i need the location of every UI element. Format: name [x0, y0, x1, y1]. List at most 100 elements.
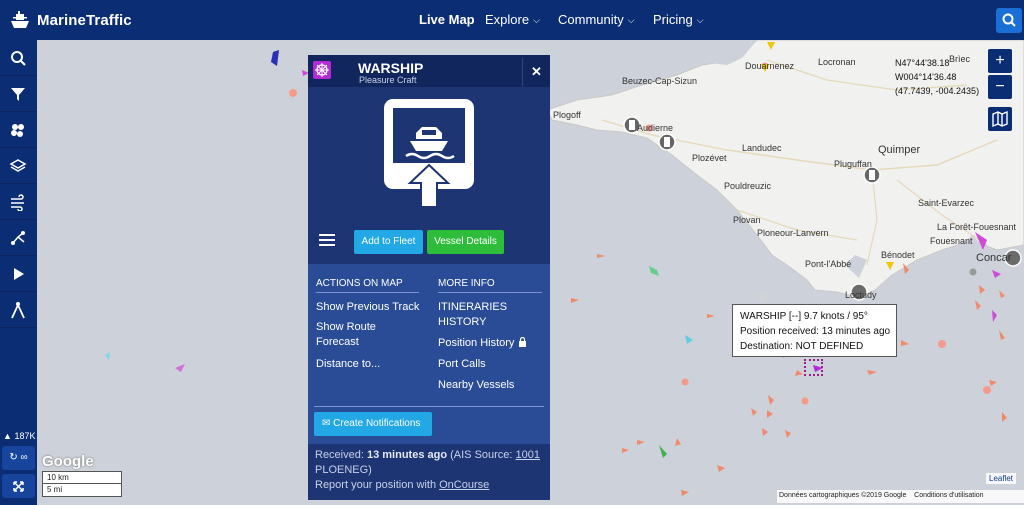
- play-icon: [14, 268, 24, 280]
- close-panel-button[interactable]: ✕: [522, 58, 550, 86]
- ship-count-icon: ▲: [3, 431, 12, 441]
- place-label: Plozévet: [692, 153, 727, 163]
- place-label: Loctudy: [845, 290, 877, 300]
- divider: [316, 292, 419, 293]
- vessel-details-button[interactable]: Vessel Details: [427, 230, 504, 254]
- filter-icon: [11, 88, 25, 101]
- nav-pricing[interactable]: Pricing ⌵: [653, 12, 704, 27]
- nav-community[interactable]: Community ⌵: [558, 12, 635, 27]
- fullscreen-button[interactable]: [2, 474, 35, 498]
- place-label: Beuzec-Cap-Sizun: [622, 76, 698, 86]
- leaflet-link[interactable]: Leaflet: [986, 473, 1017, 484]
- vessel-type-flag-icon: [313, 61, 331, 79]
- measure-tool-button[interactable]: [0, 292, 37, 328]
- map-icon: [992, 110, 1008, 128]
- layers-tool-button[interactable]: [0, 148, 37, 184]
- infinite-scroll-toggle[interactable]: ↻ ∞: [2, 446, 35, 470]
- place-label: Saint-Evarzec: [918, 198, 975, 208]
- place-label: Audierne: [637, 123, 674, 133]
- place-label: Plogoff: [553, 110, 581, 120]
- nav-live-map-label: Live Map: [419, 12, 475, 27]
- weather-tool-button[interactable]: [0, 184, 37, 220]
- playback-tool-button[interactable]: [0, 256, 37, 292]
- search-icon: [11, 51, 26, 66]
- stack-layers-icon: [9, 159, 27, 172]
- chevron-down-icon: ⌵: [696, 15, 704, 25]
- refresh-icon: ↻: [9, 452, 18, 463]
- place-label: Pont-l'Abbé: [805, 259, 852, 269]
- lock-icon: [519, 337, 527, 347]
- place-label: Fouesnant: [930, 236, 973, 246]
- vessel-count-label: 187K: [14, 431, 36, 441]
- chevron-down-icon: ⌵: [533, 15, 540, 25]
- attribution-text: Données cartographiques ©2019 Google: [779, 492, 907, 499]
- create-notifications-button[interactable]: ✉ Create Notifications: [314, 412, 432, 436]
- ais-source-link[interactable]: 1001: [516, 449, 540, 461]
- scale-mi: 5 mi: [47, 485, 63, 494]
- place-label: Quimper: [878, 144, 921, 156]
- menu-icon: [319, 234, 335, 246]
- position-history-label: Position History: [438, 337, 515, 349]
- nav-explore[interactable]: Explore ⌵: [485, 12, 540, 27]
- map-tools-sidebar: ▲ 187K ↻ ∞: [0, 40, 37, 505]
- ais-source-name: PLOENEG): [315, 464, 372, 476]
- close-icon: ✕: [531, 64, 542, 79]
- search-tool-button[interactable]: [0, 40, 37, 76]
- received-time: 13 minutes ago: [366, 449, 448, 461]
- vessel-count-indicator: ▲ 187K: [3, 431, 35, 441]
- show-previous-track-link[interactable]: Show Previous Track: [316, 300, 419, 315]
- route-tool-button[interactable]: [0, 220, 37, 256]
- place-label: Bénodet: [881, 250, 915, 260]
- place-label: Pouldreuzic: [724, 181, 772, 191]
- ais-source-label: (AIS Source:: [450, 449, 513, 461]
- infinity-label: ∞: [20, 452, 28, 463]
- fullscreen-icon: [13, 481, 24, 492]
- marinetraffic-logo[interactable]: MarineTraffic: [8, 8, 132, 32]
- distance-to-link[interactable]: Distance to...: [316, 357, 380, 372]
- zoom-out-button[interactable]: −: [988, 75, 1012, 99]
- oncourse-link[interactable]: OnCourse: [439, 479, 489, 491]
- tooltip-position-received: Position received: 13 minutes ago: [740, 326, 891, 337]
- divider: [314, 406, 544, 407]
- show-route-forecast-link[interactable]: Show Route Forecast: [316, 320, 396, 350]
- selected-vessel-marker[interactable]: [804, 359, 823, 376]
- nav-live-map[interactable]: Live Map: [419, 12, 475, 27]
- position-history-link[interactable]: Position History: [438, 336, 527, 351]
- nearby-vessels-link[interactable]: Nearby Vessels: [438, 378, 514, 393]
- google-logo: Google: [42, 453, 94, 470]
- hamburger-menu-button[interactable]: [319, 233, 335, 252]
- layers-cluster-icon: [11, 124, 24, 137]
- pleasure-craft-icon: [384, 99, 474, 208]
- actions-on-map-heading: ACTIONS ON MAP: [316, 278, 403, 289]
- vessel-info-panel: WARSHIP Pleasure Craft ✕ Add to Fleet Ve…: [308, 55, 550, 500]
- ship-logo-icon: [11, 11, 29, 28]
- received-label: Received:: [315, 449, 364, 461]
- ais-received-info: Received: 13 minutes ago (AIS Source: 10…: [315, 448, 550, 493]
- itineraries-history-link[interactable]: ITINERARIES HISTORY: [438, 300, 513, 330]
- clusters-tool-button[interactable]: [0, 112, 37, 148]
- place-label: Landudec: [742, 143, 782, 153]
- nav-community-label: Community: [558, 12, 624, 27]
- report-position-text: Report your position with: [315, 479, 437, 491]
- port-calls-link[interactable]: Port Calls: [438, 357, 486, 372]
- vessel-hover-tooltip: WARSHIP [--] 9.7 knots / 95° Position re…: [732, 304, 897, 357]
- place-label: Ploneour-Lanvern: [757, 228, 829, 238]
- latitude-readout: N47°44'38.18: [895, 58, 950, 68]
- zoom-in-button[interactable]: +: [988, 49, 1012, 73]
- app-name: MarineTraffic: [37, 11, 132, 29]
- route-icon: [11, 231, 25, 245]
- add-to-fleet-button[interactable]: Add to Fleet: [354, 230, 423, 254]
- global-search-button[interactable]: [996, 8, 1022, 33]
- place-label: Plovan: [733, 215, 761, 225]
- tooltip-speed-course: WARSHIP [--] 9.7 knots / 95°: [740, 311, 868, 322]
- map-type-button[interactable]: [988, 107, 1012, 131]
- nav-pricing-label: Pricing: [653, 12, 693, 27]
- map-attribution: Données cartographiques ©2019 Google Con…: [777, 490, 1024, 503]
- filter-tool-button[interactable]: [0, 76, 37, 112]
- place-label: Locronan: [818, 57, 856, 67]
- nav-explore-label: Explore: [485, 12, 530, 27]
- vessel-type: Pleasure Craft: [359, 75, 417, 85]
- terms-link[interactable]: Conditions d'utilisation: [914, 492, 983, 499]
- place-label: Concarneau: [976, 252, 1012, 264]
- compass-measure-icon: [11, 302, 25, 319]
